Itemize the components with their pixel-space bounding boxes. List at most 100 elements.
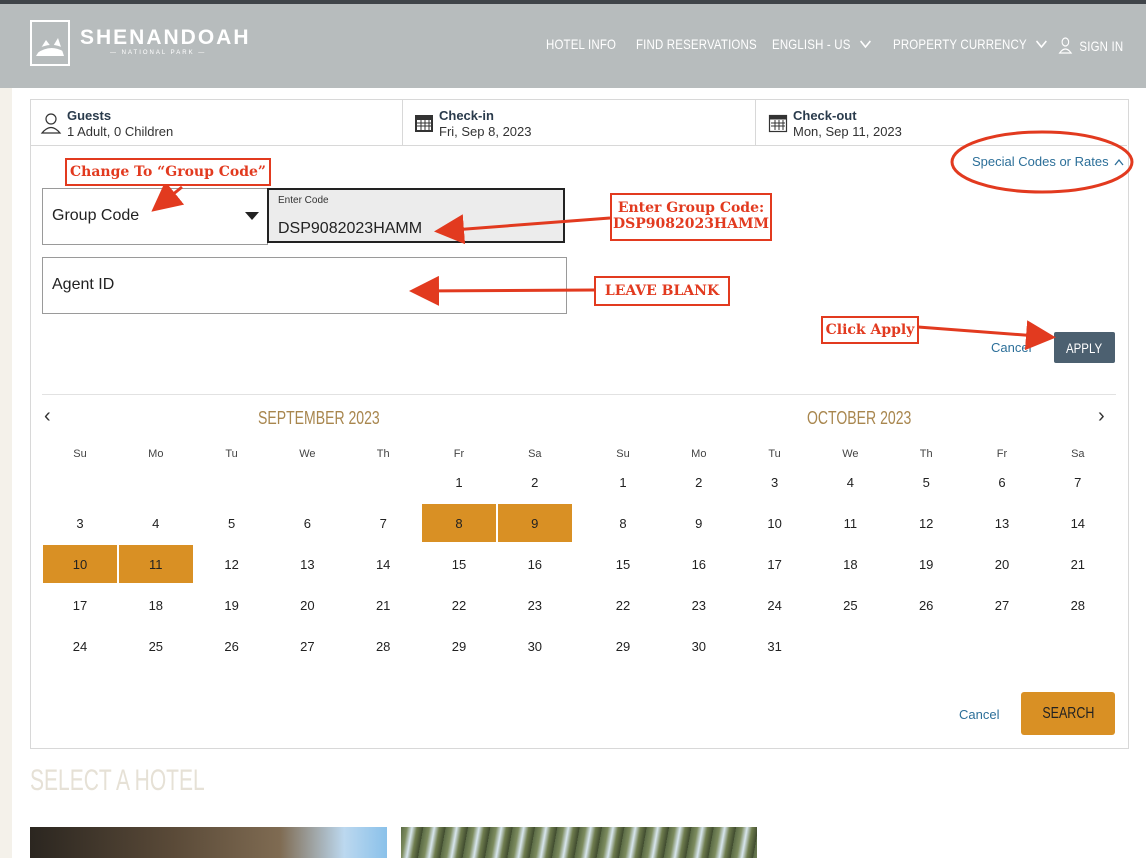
calendar-day-oct-21[interactable]: 21 xyxy=(1041,545,1115,583)
calendar-day-sep-10[interactable]: 10 xyxy=(43,545,117,583)
guests-icon xyxy=(40,113,62,134)
calendar-day-oct-7[interactable]: 7 xyxy=(1041,463,1115,501)
calendar-day-sep-16[interactable]: 16 xyxy=(498,545,572,583)
calendar-day-oct-3[interactable]: 3 xyxy=(738,463,812,501)
left-month-title: SEPTEMBER 2023 xyxy=(258,408,380,428)
section-divider xyxy=(42,394,1116,395)
agent-id-placeholder: Agent ID xyxy=(52,276,115,293)
calendar-day-oct-13[interactable]: 13 xyxy=(965,504,1039,542)
special-codes-link[interactable]: Special Codes or Rates xyxy=(972,154,1124,169)
calendar-day-sep-8[interactable]: 8 xyxy=(422,504,496,542)
calendar-day-oct-1[interactable]: 1 xyxy=(586,463,660,501)
calendar-day-oct-11[interactable]: 11 xyxy=(813,504,887,542)
guests-label[interactable]: Guests xyxy=(67,108,111,123)
calendar-day-sep-28[interactable]: 28 xyxy=(346,627,420,665)
calendar-day-oct-16[interactable]: 16 xyxy=(662,545,736,583)
calendar-day-oct-6[interactable]: 6 xyxy=(965,463,1039,501)
calendar-day-oct-5[interactable]: 5 xyxy=(889,463,963,501)
codes-cancel-link[interactable]: Cancel xyxy=(991,340,1031,355)
calendar-day-oct-26[interactable]: 26 xyxy=(889,586,963,624)
calendar-day-sep-2[interactable]: 2 xyxy=(498,463,572,501)
calendar-day-oct-9[interactable]: 9 xyxy=(662,504,736,542)
calendar-day-sep-23[interactable]: 23 xyxy=(498,586,572,624)
calendar-day-sep-17[interactable]: 17 xyxy=(43,586,117,624)
calendar-day-oct-27[interactable]: 27 xyxy=(965,586,1039,624)
calendar-day-sep-24[interactable]: 24 xyxy=(43,627,117,665)
brand-name[interactable]: SHENANDOAH xyxy=(80,26,251,50)
nav-hotel-info[interactable]: HOTEL INFO xyxy=(546,36,616,52)
annotation-line: DSP9082023HAMM xyxy=(612,216,770,233)
calendar-day-sep-20[interactable]: 20 xyxy=(270,586,344,624)
annotation-click-apply: Click Apply xyxy=(821,316,919,344)
calendar-day-oct-22[interactable]: 22 xyxy=(586,586,660,624)
checkin-value[interactable]: Fri, Sep 8, 2023 xyxy=(439,124,532,139)
calendar-day-sep-5[interactable]: 5 xyxy=(195,504,269,542)
logo-mark[interactable] xyxy=(30,20,70,66)
agent-id-input[interactable] xyxy=(42,257,567,314)
bar-divider xyxy=(402,99,403,145)
checkout-value[interactable]: Mon, Sep 11, 2023 xyxy=(793,124,902,139)
search-cancel-link[interactable]: Cancel xyxy=(959,707,999,722)
calendar-day-sep-6[interactable]: 6 xyxy=(270,504,344,542)
calendar-day-sep-11[interactable]: 11 xyxy=(118,545,193,583)
calendar-day-sep-25[interactable]: 25 xyxy=(119,627,193,665)
calendar-day-sep-7[interactable]: 7 xyxy=(346,504,420,542)
search-button[interactable]: SEARCH xyxy=(1021,692,1115,735)
guests-value[interactable]: 1 Adult, 0 Children xyxy=(67,124,173,139)
calendar-day-oct-12[interactable]: 12 xyxy=(889,504,963,542)
calendar-day-sep-21[interactable]: 21 xyxy=(346,586,420,624)
calendar-day-oct-10[interactable]: 10 xyxy=(738,504,812,542)
calendar-day-oct-29[interactable]: 29 xyxy=(586,627,660,665)
calendar-day-sep-27[interactable]: 27 xyxy=(270,627,344,665)
nav-language[interactable]: ENGLISH - US xyxy=(772,36,872,52)
weekday-label: Th xyxy=(376,448,390,460)
calendar-day-oct-8[interactable]: 8 xyxy=(586,504,660,542)
calendar-day-oct-28[interactable]: 28 xyxy=(1041,586,1115,624)
calendar-day-sep-4[interactable]: 4 xyxy=(119,504,193,542)
weekday-label: We xyxy=(842,448,859,460)
calendar-day-oct-23[interactable]: 23 xyxy=(662,586,736,624)
prev-month-arrow[interactable]: ‹ xyxy=(44,405,51,428)
brand-subtitle: — NATIONAL PARK — xyxy=(110,50,207,56)
calendar-day-oct-17[interactable]: 17 xyxy=(738,545,812,583)
weekday-label: Mo xyxy=(691,448,707,460)
calendar-day-oct-31[interactable]: 31 xyxy=(738,627,812,665)
calendar-day-sep-29[interactable]: 29 xyxy=(422,627,496,665)
hotel-photo[interactable] xyxy=(30,827,387,858)
calendar-day-sep-1[interactable]: 1 xyxy=(422,463,496,501)
calendar-day-oct-15[interactable]: 15 xyxy=(586,545,660,583)
calendar-icon xyxy=(415,115,433,132)
apply-label: APPLY xyxy=(1066,339,1103,356)
calendar-day-sep-18[interactable]: 18 xyxy=(119,586,193,624)
hotel-photo[interactable] xyxy=(401,827,757,858)
calendar-day-oct-14[interactable]: 14 xyxy=(1041,504,1115,542)
language-label: ENGLISH - US xyxy=(772,36,851,52)
calendar-day-sep-30[interactable]: 30 xyxy=(498,627,572,665)
nav-find-reservations[interactable]: FIND RESERVATIONS xyxy=(636,36,757,52)
calendar-day-oct-25[interactable]: 25 xyxy=(813,586,887,624)
calendar-day-oct-18[interactable]: 18 xyxy=(813,545,887,583)
calendar-day-sep-14[interactable]: 14 xyxy=(346,545,420,583)
calendar-day-sep-13[interactable]: 13 xyxy=(270,545,344,583)
calendar-day-sep-15[interactable]: 15 xyxy=(422,545,496,583)
calendar-day-sep-12[interactable]: 12 xyxy=(195,545,269,583)
apply-button[interactable]: APPLY xyxy=(1054,332,1115,363)
calendar-day-oct-20[interactable]: 20 xyxy=(965,545,1039,583)
calendar-day-sep-26[interactable]: 26 xyxy=(195,627,269,665)
calendar-day-sep-22[interactable]: 22 xyxy=(422,586,496,624)
calendar-day-sep-19[interactable]: 19 xyxy=(195,586,269,624)
nav-currency[interactable]: PROPERTY CURRENCY xyxy=(893,36,1048,52)
weekday-label: We xyxy=(299,448,316,460)
nav-sign-in[interactable]: SIGN IN xyxy=(1058,36,1123,54)
calendar-day-sep-3[interactable]: 3 xyxy=(43,504,117,542)
next-month-arrow[interactable]: › xyxy=(1098,405,1105,428)
calendar-day-sep-9[interactable]: 9 xyxy=(497,504,572,542)
calendar-day-oct-24[interactable]: 24 xyxy=(738,586,812,624)
calendar-day-oct-4[interactable]: 4 xyxy=(813,463,887,501)
checkin-label[interactable]: Check-in xyxy=(439,108,494,123)
calendar-day-oct-30[interactable]: 30 xyxy=(662,627,736,665)
calendar-icon xyxy=(768,114,788,133)
calendar-day-oct-2[interactable]: 2 xyxy=(662,463,736,501)
calendar-day-oct-19[interactable]: 19 xyxy=(889,545,963,583)
checkout-label[interactable]: Check-out xyxy=(793,108,857,123)
